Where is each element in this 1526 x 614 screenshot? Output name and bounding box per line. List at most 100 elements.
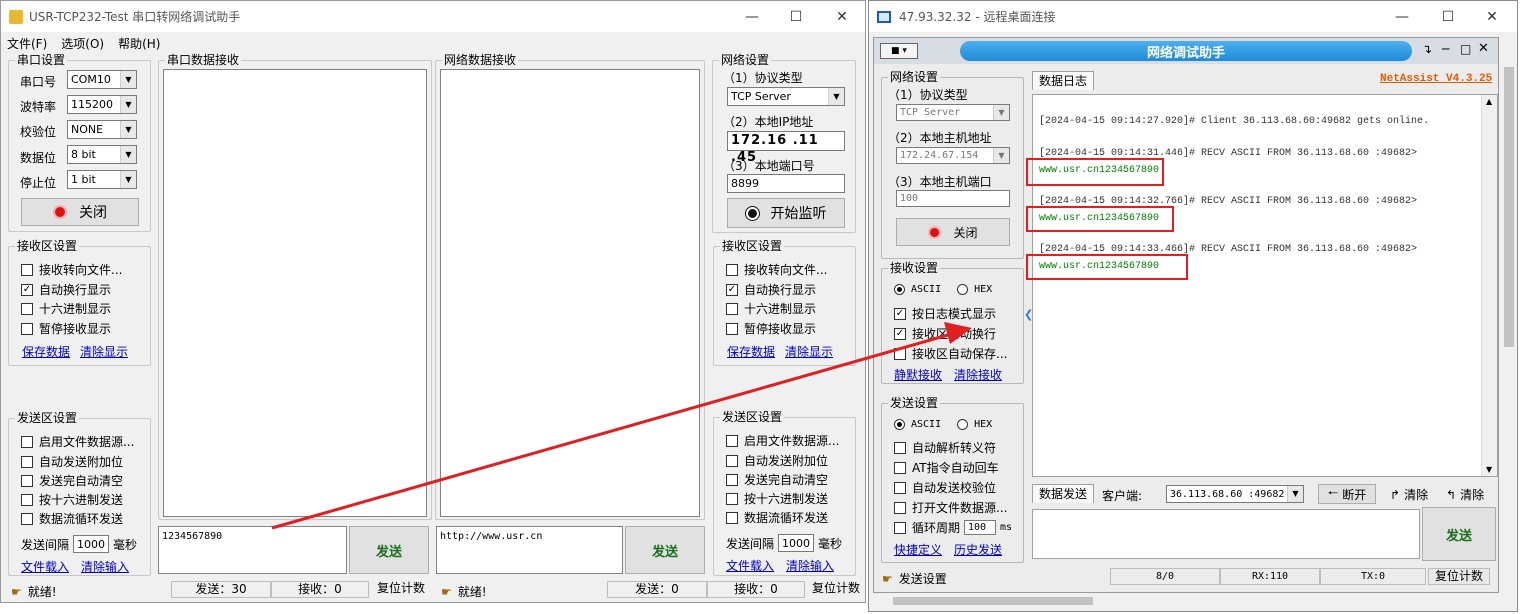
interval-input[interactable]: 1000 bbox=[73, 535, 110, 553]
netassist-maximize[interactable]: □ bbox=[1460, 42, 1471, 56]
option-append-bits-r[interactable]: 自动发送附加位 bbox=[726, 452, 828, 469]
interval-input[interactable]: 1000 bbox=[778, 534, 815, 552]
log-area[interactable]: [2024-04-15 09:14:27.920]# Client 36.113… bbox=[1032, 94, 1498, 477]
option-hex-display-r[interactable]: 十六进制显示 bbox=[726, 300, 816, 317]
option-append-bits[interactable]: 自动发送附加位 bbox=[21, 453, 123, 470]
option-file-source[interactable]: 启用文件数据源... bbox=[21, 433, 134, 450]
netassist-menu-icon[interactable]: ■ ▾ bbox=[880, 43, 918, 59]
baud-select[interactable]: 115200 ▼ bbox=[67, 95, 137, 114]
ip-input[interactable]: 172.16 .11 .45 bbox=[727, 131, 845, 165]
net-receive-area[interactable] bbox=[440, 69, 700, 517]
option-pause-display-r[interactable]: 暂停接收显示 bbox=[726, 320, 816, 337]
checkbox[interactable] bbox=[21, 263, 33, 276]
clear-recv-link[interactable]: 清除接收 bbox=[954, 366, 1002, 383]
clear-input-link[interactable]: 清除输入 bbox=[786, 557, 834, 574]
na-option-checksum[interactable]: 自动发送校验位 bbox=[894, 479, 996, 496]
start-listen-button[interactable]: 开始监听 bbox=[727, 198, 845, 228]
na-port-input[interactable]: 100 bbox=[896, 190, 1010, 207]
na-option-at[interactable]: AT指令自动回车 bbox=[894, 459, 999, 476]
minimize-button[interactable]: — bbox=[729, 1, 775, 32]
option-loop-send-r[interactable]: 数据流循环发送 bbox=[726, 509, 828, 526]
checkbox-checked[interactable]: ✓ bbox=[726, 283, 738, 296]
checkbox[interactable] bbox=[726, 302, 738, 315]
history-link[interactable]: 历史发送 bbox=[954, 541, 1002, 558]
checkbox[interactable] bbox=[21, 512, 33, 525]
checkbox[interactable] bbox=[21, 493, 33, 506]
checkbox[interactable] bbox=[21, 435, 33, 448]
checkbox[interactable] bbox=[894, 521, 906, 534]
na-option-file-source[interactable]: 打开文件数据源... bbox=[894, 499, 1007, 516]
option-recv-to-file-r[interactable]: 接收转向文件... bbox=[726, 261, 827, 278]
na-option-escape[interactable]: 自动解析转义符 bbox=[894, 439, 996, 456]
clear-display-link[interactable]: 清除显示 bbox=[80, 343, 128, 360]
serial-send-button[interactable]: 发送 bbox=[349, 526, 429, 574]
radio-ascii[interactable] bbox=[894, 284, 905, 295]
rdp-close-button[interactable]: ✕ bbox=[1469, 1, 1515, 32]
rdp-minimize-button[interactable]: — bbox=[1379, 1, 1425, 32]
checkbox[interactable] bbox=[894, 347, 906, 360]
file-load-link[interactable]: 文件载入 bbox=[21, 558, 69, 575]
proto-select[interactable]: TCP Server ▼ bbox=[727, 87, 845, 106]
close-window-button[interactable]: ✕ bbox=[819, 1, 865, 32]
checkbox-checked[interactable]: ✓ bbox=[894, 327, 906, 340]
menu-file[interactable]: 文件(F) bbox=[7, 35, 47, 52]
serial-receive-area[interactable] bbox=[163, 69, 427, 517]
silent-recv-link[interactable]: 静默接收 bbox=[894, 366, 942, 383]
scroll-up-icon[interactable]: ▲ bbox=[1486, 97, 1492, 106]
save-data-link[interactable]: 保存数据 bbox=[22, 343, 70, 360]
net-port-input[interactable]: 8899 bbox=[727, 174, 845, 193]
option-auto-wrap-r[interactable]: ✓ 自动换行显示 bbox=[726, 281, 816, 298]
checkbox[interactable] bbox=[21, 474, 33, 487]
port-select[interactable]: COM10 ▼ bbox=[67, 70, 137, 89]
option-pause-display[interactable]: 暂停接收显示 bbox=[21, 320, 111, 337]
shortcut-link[interactable]: 快捷定义 bbox=[894, 541, 942, 558]
log-scrollbar[interactable]: ▲ ▼ bbox=[1481, 95, 1497, 476]
save-data-link[interactable]: 保存数据 bbox=[727, 343, 775, 360]
option-auto-clear-r[interactable]: 发送完自动清空 bbox=[726, 471, 828, 488]
reset-count-1[interactable]: 复位计数 bbox=[371, 581, 431, 598]
option-file-source-r[interactable]: 启用文件数据源... bbox=[726, 432, 839, 449]
net-send-button[interactable]: 发送 bbox=[625, 526, 705, 574]
checkbox-checked[interactable]: ✓ bbox=[894, 307, 906, 320]
option-hex-send-r[interactable]: 按十六进制发送 bbox=[726, 490, 828, 507]
checkbox[interactable] bbox=[726, 434, 738, 447]
checkbox[interactable] bbox=[894, 481, 906, 494]
checkbox[interactable] bbox=[726, 322, 738, 335]
radio-hex[interactable] bbox=[957, 419, 969, 430]
option-recv-to-file[interactable]: 接收转向文件... bbox=[21, 261, 122, 278]
scroll-down-icon[interactable]: ▼ bbox=[1486, 465, 1492, 474]
radio-ascii[interactable] bbox=[894, 419, 905, 430]
checkbox[interactable] bbox=[21, 302, 33, 315]
na-option-auto-wrap[interactable]: ✓ 接收区自动换行 bbox=[894, 325, 996, 342]
na-send-button[interactable]: 发送 bbox=[1422, 507, 1496, 561]
checkbox[interactable] bbox=[894, 441, 906, 454]
option-auto-clear[interactable]: 发送完自动清空 bbox=[21, 472, 123, 489]
checkbox[interactable] bbox=[726, 473, 738, 486]
na-reset[interactable]: 复位计数 bbox=[1428, 568, 1490, 585]
loop-input[interactable]: 100 bbox=[964, 520, 997, 535]
na-option-auto-save[interactable]: 接收区自动保存... bbox=[894, 345, 1007, 362]
na-close-button[interactable]: 关闭 bbox=[896, 218, 1010, 246]
parity-select[interactable]: NONE ▼ bbox=[67, 120, 137, 139]
clear-display-link[interactable]: 清除显示 bbox=[785, 343, 833, 360]
rdp-vscroll-thumb[interactable] bbox=[1504, 67, 1514, 347]
serial-send-area[interactable]: 1234567890 bbox=[158, 526, 347, 574]
pin-icon[interactable]: ↴ bbox=[1422, 42, 1432, 56]
menu-help[interactable]: 帮助(H) bbox=[118, 35, 160, 52]
checkbox[interactable] bbox=[726, 263, 738, 276]
checkbox[interactable] bbox=[726, 492, 738, 505]
option-loop-send[interactable]: 数据流循环发送 bbox=[21, 510, 123, 527]
rdp-vertical-scrollbar[interactable] bbox=[1501, 37, 1517, 593]
option-auto-wrap[interactable]: ✓ 自动换行显示 bbox=[21, 281, 111, 298]
netassist-close[interactable]: ✕ bbox=[1478, 41, 1489, 56]
maximize-button[interactable]: ☐ bbox=[773, 1, 819, 32]
clear-send-1[interactable]: ↱ 清除 bbox=[1390, 486, 1428, 503]
radio-hex[interactable] bbox=[957, 284, 969, 295]
na-loop-row[interactable]: 循环周期 100 ms bbox=[894, 519, 1012, 536]
na-option-log-mode[interactable]: ✓ 按日志模式显示 bbox=[894, 305, 996, 322]
checkbox[interactable] bbox=[894, 501, 906, 514]
option-hex-display[interactable]: 十六进制显示 bbox=[21, 300, 111, 317]
serial-close-button[interactable]: 关闭 bbox=[21, 198, 139, 226]
client-select[interactable]: 36.113.68.60 :49682 ▼ bbox=[1166, 485, 1304, 503]
net-send-area[interactable]: http://www.usr.cn bbox=[436, 526, 623, 574]
